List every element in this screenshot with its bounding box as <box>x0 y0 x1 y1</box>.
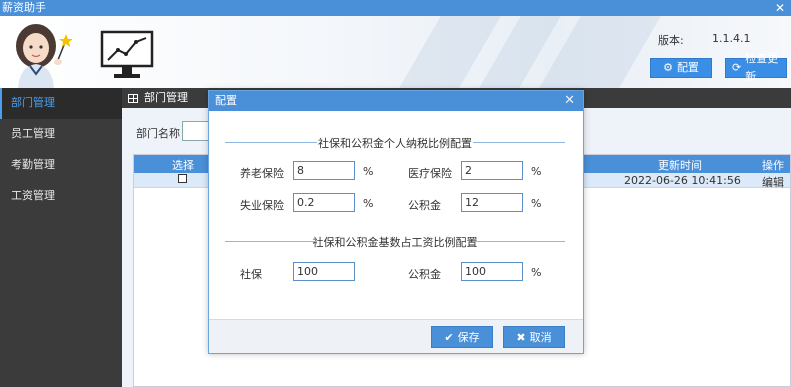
percent-sign: % <box>531 165 542 178</box>
percent-sign: % <box>363 197 374 210</box>
unemployment-input[interactable]: 0.2 <box>293 193 355 212</box>
config-button[interactable]: ⚙ 配置 <box>650 58 712 78</box>
save-button[interactable]: ✔ 保存 <box>431 326 493 348</box>
unemployment-label: 失业保险 <box>240 199 284 212</box>
cancel-button-label: 取消 <box>529 331 552 344</box>
housing-fund-input[interactable]: 12 <box>461 193 523 212</box>
sidebar-item-employees[interactable]: 员工管理 <box>0 119 122 150</box>
version-value: 1.1.4.1 <box>712 32 751 45</box>
pension-input[interactable]: 8 <box>293 161 355 180</box>
section-base-ratio-title: 社保和公积金基数占工资比例配置 <box>225 234 565 250</box>
dialog-title: 配置 <box>215 94 237 107</box>
row-edit-link[interactable]: 编辑 <box>762 174 784 190</box>
tab-title: 部门管理 <box>144 91 188 104</box>
window-title: 薪资助手 <box>2 1 46 14</box>
close-icon: ✖ <box>516 330 526 344</box>
column-updated: 更新时间 <box>658 159 702 172</box>
version-label: 版本: <box>658 34 684 47</box>
config-button-label: 配置 <box>676 61 699 74</box>
medical-input[interactable]: 2 <box>461 161 523 180</box>
sidebar: 部门管理 员工管理 考勤管理 工资管理 <box>0 88 122 387</box>
social-base-label: 社保 <box>240 268 262 281</box>
dialog-footer: ✔ 保存 ✖ 取消 <box>209 319 583 353</box>
dialog-header: 配置 ✕ <box>209 91 583 111</box>
dialog-close-icon[interactable]: ✕ <box>564 91 575 111</box>
social-base-input[interactable]: 100 <box>293 262 355 281</box>
column-select: 选择 <box>172 159 194 172</box>
check-icon: ✔ <box>444 330 454 344</box>
housing-base-label: 公积金 <box>408 268 441 281</box>
sidebar-item-attendance[interactable]: 考勤管理 <box>0 150 122 181</box>
refresh-icon: ⟳ <box>732 61 742 74</box>
sidebar-item-salary[interactable]: 工资管理 <box>0 181 122 212</box>
filter-label: 部门名称 <box>136 127 180 140</box>
check-update-button[interactable]: ⟳ 检查更新 <box>725 52 787 83</box>
check-update-label: 检查更新 <box>745 52 779 83</box>
medical-label: 医疗保险 <box>408 167 452 180</box>
housing-base-input[interactable]: 100 <box>461 262 523 281</box>
row-checkbox[interactable] <box>178 174 187 183</box>
housing-fund-label: 公积金 <box>408 199 441 212</box>
gear-icon: ⚙ <box>663 61 673 74</box>
row-updated-time: 2022-06-26 10:41:56 <box>624 174 741 187</box>
sidebar-item-departments[interactable]: 部门管理 <box>0 88 122 119</box>
table-icon <box>128 93 138 103</box>
window-titlebar: 薪资助手 ✕ <box>0 0 791 16</box>
section-personal-tax-title: 社保和公积金个人纳税比例配置 <box>225 135 565 151</box>
column-action: 操作 <box>762 159 784 172</box>
config-dialog: 配置 ✕ 社保和公积金个人纳税比例配置 养老保险 8 % 医疗保险 2 % 失业… <box>208 90 584 354</box>
window-close-icon[interactable]: ✕ <box>775 0 785 16</box>
monitor-chart-icon <box>100 30 154 78</box>
cancel-button[interactable]: ✖ 取消 <box>503 326 565 348</box>
header-decoration <box>539 16 661 88</box>
percent-sign: % <box>531 197 542 210</box>
save-button-label: 保存 <box>457 331 480 344</box>
percent-sign: % <box>531 266 542 279</box>
app-header: 版本: 1.1.4.1 ⚙ 配置 ⟳ 检查更新 <box>0 16 791 88</box>
pension-label: 养老保险 <box>240 167 284 180</box>
percent-sign: % <box>363 165 374 178</box>
avatar-illustration <box>16 24 72 88</box>
